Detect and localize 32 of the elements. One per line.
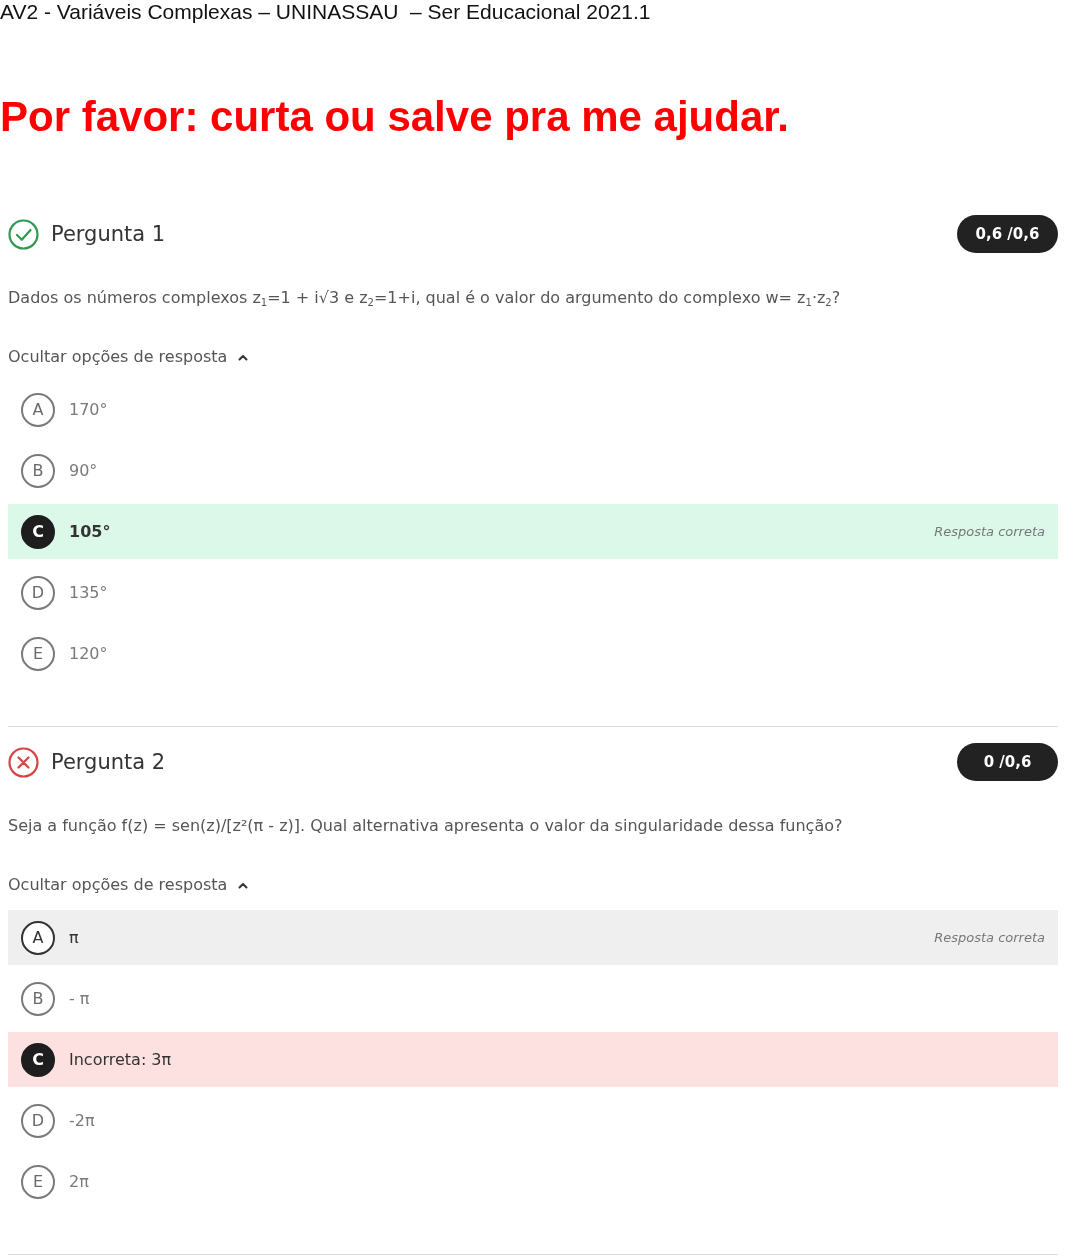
- option-letter: D: [21, 575, 55, 610]
- answer-text: 135°: [69, 583, 108, 602]
- question-text: Dados os números complexos z$_{1}$=1 + i√3 e z$_{2}$=1+i, qual é o valor do argumento do complexo w= z$_{1}$·z$_{2}$?: [8, 288, 841, 308]
- hide-options-toggle[interactable]: Ocultar opções de resposta: [8, 875, 249, 895]
- option-letter: E: [21, 636, 55, 671]
- answer-text: 105°: [69, 522, 111, 541]
- option-letter: A: [21, 920, 55, 955]
- answer-text: 2π: [69, 1172, 89, 1191]
- answer-text: π: [69, 928, 79, 947]
- correct-answer-note: Resposta correta: [934, 930, 1045, 945]
- option-letter: A: [21, 392, 55, 427]
- question-text: Seja a função f(z) = sen(z)/[z²(π - z)]. Qual alternativa apresenta o valor da singularidade dessa função?: [8, 816, 843, 836]
- answer-text: -2π: [69, 1111, 95, 1130]
- correct-answer-note: Resposta correta: [934, 524, 1045, 539]
- question-title: Pergunta 2: [51, 750, 166, 774]
- score-badge: 0 /0,6: [957, 743, 1058, 781]
- option-letter: D: [21, 1103, 55, 1138]
- option-letter: B: [21, 453, 55, 488]
- answer-text: Incorreta: 3π: [69, 1050, 172, 1069]
- question-title: Pergunta 1: [51, 222, 166, 246]
- answer-text: 170°: [69, 400, 108, 419]
- option-letter: E: [21, 1164, 55, 1199]
- option-letter: B: [21, 981, 55, 1016]
- answer-text: 90°: [69, 461, 98, 480]
- answer-text: - π: [69, 989, 90, 1008]
- score-badge: 0,6 /0,6: [957, 215, 1058, 253]
- option-letter: C: [21, 514, 55, 549]
- option-letter: C: [21, 1042, 55, 1077]
- page-title: AV2 - Variáveis Complexas – UNINASSAU – Ser Educacional 2021.1: [0, 0, 651, 24]
- answer-text: 120°: [69, 644, 108, 663]
- hide-options-toggle[interactable]: Ocultar opções de resposta: [8, 347, 249, 367]
- banner-text: Por favor: curta ou salve pra me ajudar.: [0, 95, 789, 139]
